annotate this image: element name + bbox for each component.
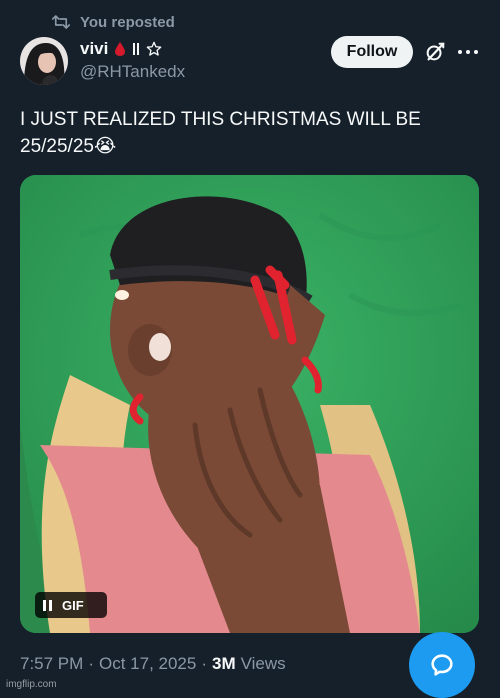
pause-icon[interactable]: [43, 599, 52, 611]
imgflip-watermark: imgflip.com: [6, 679, 57, 690]
avatar[interactable]: [20, 37, 68, 85]
tweet-line-2: 25/25/25😭: [20, 133, 480, 160]
tweet-line-1: I JUST REALIZED THIS CHRISTMAS WILL BE: [20, 109, 421, 130]
grok-icon[interactable]: [424, 41, 446, 63]
repost-label: You reposted: [80, 13, 175, 31]
reply-fab-button[interactable]: [409, 632, 475, 698]
tweet-date[interactable]: Oct 17, 2025: [99, 654, 196, 674]
meta-separator: ·: [201, 654, 207, 673]
meta-separator: ·: [88, 654, 94, 673]
tweet-meta: 7:57 PM · Oct 17, 2025 · 3M Views: [20, 652, 286, 676]
repost-indicator: You reposted: [52, 12, 175, 32]
gif-media[interactable]: [20, 175, 479, 633]
reply-bubble-icon: [431, 654, 453, 676]
double-bar-icon: [133, 43, 140, 55]
follow-button[interactable]: Follow: [331, 36, 413, 68]
more-dots-icon[interactable]: [456, 42, 480, 62]
gif-badge-label: GIF: [62, 597, 84, 613]
gif-frame-image: [20, 175, 479, 633]
author-display-name[interactable]: vivi: [80, 39, 108, 59]
author-handle[interactable]: @RHTankedx: [80, 62, 185, 82]
tweet-date-text: 25/25/25: [20, 136, 94, 157]
views-label[interactable]: Views: [241, 654, 286, 674]
crying-emoji-icon: 😭: [93, 136, 117, 157]
blood-drop-icon: [115, 42, 126, 56]
author-name-row[interactable]: vivi: [80, 38, 162, 60]
tweet-text: I JUST REALIZED THIS CHRISTMAS WILL BE 2…: [20, 106, 480, 160]
tweet-time[interactable]: 7:57 PM: [20, 654, 83, 674]
views-count[interactable]: 3M: [212, 654, 236, 674]
repost-icon: [52, 15, 70, 29]
star-outline-icon: [147, 41, 162, 56]
gif-badge[interactable]: GIF: [35, 592, 107, 618]
